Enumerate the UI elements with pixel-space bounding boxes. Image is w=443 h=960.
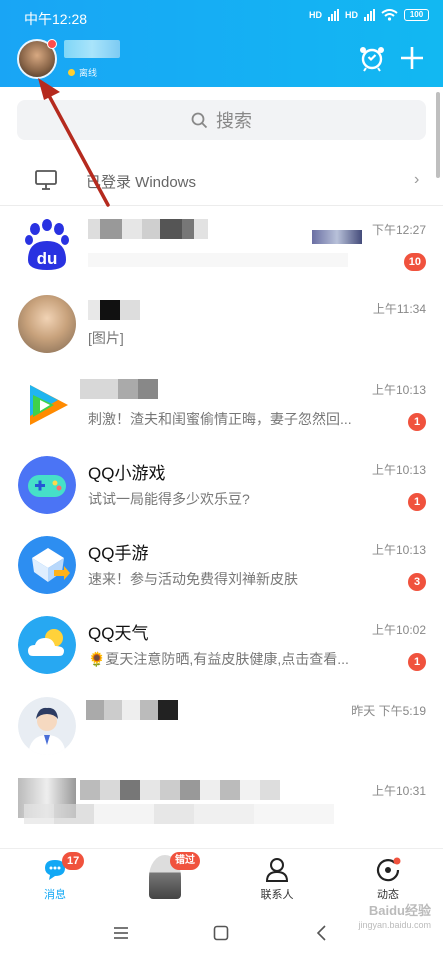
logged-in-device-row[interactable]: 已登录 Windows › [0, 158, 443, 204]
avatar-red-dot [47, 39, 57, 49]
battery-icon: 100 [404, 9, 429, 21]
chat-name: QQ手游 [88, 544, 149, 563]
qq-game-icon [18, 536, 76, 594]
tab-moments-profile[interactable]: 错过 [110, 849, 220, 905]
chat-time: 昨天 下午5:19 [351, 704, 426, 718]
menu-icon[interactable] [113, 926, 129, 940]
person-avatar [18, 697, 76, 755]
tab-messages[interactable]: 17 消息 [0, 849, 110, 905]
unread-badge: 1 [408, 413, 426, 431]
chat-preview: 🌻夏天注意防晒,有益皮肤健康,点击查看... [88, 651, 349, 667]
signal-bars-icon [328, 9, 339, 21]
unread-badge: 1 [408, 653, 426, 671]
signal-icon: HD [309, 10, 322, 20]
status-icons: HD HD 100 [309, 9, 429, 21]
chat-item[interactable]: QQ手游 速来！参与活动免费得刘禅新皮肤 上午10:13 3 [0, 527, 443, 607]
alarm-icon[interactable] [358, 44, 386, 72]
chat-name-blurred [88, 219, 208, 239]
baidu-jingyan-watermark: Baidu经验 jingyan.baidu.com [358, 904, 431, 932]
watermark-url: jingyan.baidu.com [358, 920, 431, 930]
tab-unread-badge: 17 [62, 852, 85, 870]
signal-bars-icon-2 [364, 9, 375, 21]
chat-item[interactable]: QQ小游戏 试试一局能得多少欢乐豆? 上午10:13 1 [0, 447, 443, 527]
chat-preview: [图片] [88, 330, 124, 346]
chat-time: 上午11:34 [372, 302, 426, 316]
status-dot-icon [68, 69, 75, 76]
online-status[interactable]: 离线 [68, 66, 97, 79]
chat-time: 上午10:13 [371, 543, 426, 557]
chat-time: 下午12:27 [371, 223, 426, 237]
search-placeholder: 搜索 [216, 111, 252, 131]
game-controller-icon [18, 456, 76, 514]
chat-name: QQ天气 [88, 624, 149, 643]
search-box[interactable]: 搜索 [17, 100, 426, 140]
signal-icon-2: HD [345, 10, 358, 20]
divider [0, 205, 443, 206]
chat-name-blurred [86, 700, 178, 720]
computer-icon [35, 170, 57, 190]
chat-item[interactable]: [图片] 上午11:34 [0, 286, 443, 366]
tab-contacts[interactable]: 联系人 [222, 849, 332, 905]
my-avatar[interactable] [17, 39, 57, 79]
photo-avatar [18, 295, 76, 353]
chat-name-blurred [80, 780, 280, 800]
chat-time: 上午10:02 [371, 623, 426, 637]
wifi-icon [381, 9, 398, 21]
chat-preview: 试试一局能得多少欢乐豆? [88, 491, 250, 507]
moments-icon [376, 857, 401, 882]
chat-name-blurred [80, 379, 158, 399]
tab-label: 联系人 [260, 889, 294, 901]
contacts-icon [265, 858, 289, 882]
chat-name-blurred [88, 300, 140, 320]
tab-updates[interactable]: 动态 [333, 849, 443, 905]
back-icon[interactable] [316, 925, 328, 941]
tencent-video-icon [18, 376, 76, 434]
chat-preview-blurred [24, 804, 334, 824]
status-time: 中午12:28 [24, 11, 88, 27]
status-bar: 中午12:28 HD HD 100 [24, 9, 429, 29]
unread-badge: 3 [408, 573, 426, 591]
chat-time: 上午10:31 [371, 784, 426, 798]
chat-item[interactable]: du 下午12:27 10 [0, 207, 443, 287]
baidu-paw-icon: du [18, 216, 76, 274]
scrollbar[interactable] [436, 92, 440, 178]
tab-missed-badge: 错过 [170, 852, 200, 870]
svg-text:du: du [37, 249, 58, 268]
weather-cloud-icon [18, 616, 76, 674]
chat-time: 上午10:13 [371, 383, 426, 397]
bottom-tab-bar: 17 消息 错过 联系人 动态 [0, 848, 443, 904]
chat-preview: 速来！参与活动免费得刘禅新皮肤 [88, 571, 298, 587]
chat-item[interactable]: 上午10:31 [0, 768, 443, 846]
chat-item[interactable]: 昨天 下午5:19 [0, 688, 443, 768]
chat-preview: 刺激！渣夫和闺蜜偷情正晦，妻子忽然回... [88, 411, 352, 427]
home-icon[interactable] [213, 925, 229, 941]
watermark-title: Baidu经验 [368, 903, 431, 918]
chat-thumb-blurred [312, 230, 362, 244]
chat-item[interactable]: 刺激！渣夫和闺蜜偷情正晦，妻子忽然回... 上午10:13 1 [0, 367, 443, 447]
search-icon [191, 112, 208, 128]
tab-label: 消息 [44, 889, 66, 901]
status-label: 离线 [79, 68, 98, 78]
chat-item[interactable]: QQ天气 🌻夏天注意防晒,有益皮肤健康,点击查看... 上午10:02 1 [0, 607, 443, 687]
chevron-right-icon: › [414, 171, 420, 188]
tab-label: 动态 [377, 889, 399, 901]
my-nickname-blurred[interactable] [64, 40, 120, 58]
unread-badge: 10 [403, 253, 426, 271]
chat-time: 上午10:13 [371, 463, 426, 477]
header-bar: 中午12:28 HD HD 100 离线 [0, 0, 443, 87]
unread-badge: 1 [408, 493, 426, 511]
chat-preview-blurred [88, 253, 348, 267]
chat-name: QQ小游戏 [88, 464, 166, 483]
device-label: 已登录 Windows [86, 174, 197, 191]
plus-icon[interactable] [398, 44, 426, 72]
